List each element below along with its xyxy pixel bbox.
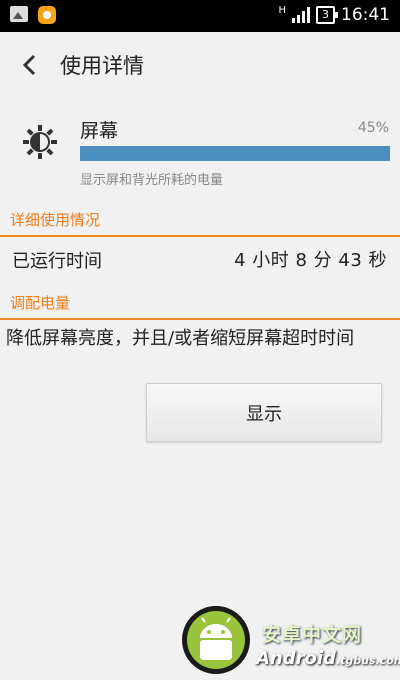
watermark-cn-text: 安卓中文网 <box>262 624 363 646</box>
usage-progress-bar <box>80 146 390 161</box>
section-title-details: 详细使用情况 <box>10 211 101 229</box>
status-bar: H 3 16:41 <box>0 0 400 32</box>
android-logo-icon <box>182 606 250 674</box>
watermark-domain: .tgbus.com <box>335 654 400 667</box>
network-type-label: H <box>278 4 286 16</box>
signal-icon <box>292 7 310 23</box>
app-usage-row: 屏幕 45% 显示屏和背光所耗的电量 <box>0 100 400 195</box>
notification-icon <box>38 6 56 24</box>
battery-icon: 3 <box>316 6 338 24</box>
page-title: 使用详情 <box>60 54 144 78</box>
status-bar-left <box>10 6 56 24</box>
status-time: 16:41 <box>341 5 390 25</box>
site-watermark: 安卓中文网 Android.tgbus.com <box>176 600 400 680</box>
app-description: 显示屏和背光所耗的电量 <box>80 173 224 188</box>
watermark-brand: Android <box>256 648 336 669</box>
runtime-value: 4 小时 8 分 43 秒 <box>234 250 387 271</box>
adjust-suggestion: 降低屏幕亮度，并且/或者缩短屏幕超时时间 <box>6 328 355 349</box>
image-icon <box>10 6 28 22</box>
usage-percent: 45% <box>357 120 389 136</box>
usage-progress-fill <box>80 146 390 161</box>
runtime-label: 已运行时间 <box>12 251 102 272</box>
back-icon[interactable] <box>22 54 38 76</box>
runtime-row: 已运行时间 4 小时 8 分 43 秒 <box>0 240 400 280</box>
app-name: 屏幕 <box>80 120 119 142</box>
header: 使用详情 <box>0 32 400 96</box>
section-header-details: 详细使用情况 <box>0 203 400 237</box>
section-title-adjust: 调配电量 <box>10 294 71 312</box>
watermark-en-text: Android.tgbus.com <box>256 648 400 669</box>
brightness-icon <box>23 125 57 159</box>
display-settings-button[interactable]: 显示 <box>146 383 382 442</box>
status-bar-right: H 3 16:41 <box>278 4 390 26</box>
section-header-adjust: 调配电量 <box>0 286 400 320</box>
